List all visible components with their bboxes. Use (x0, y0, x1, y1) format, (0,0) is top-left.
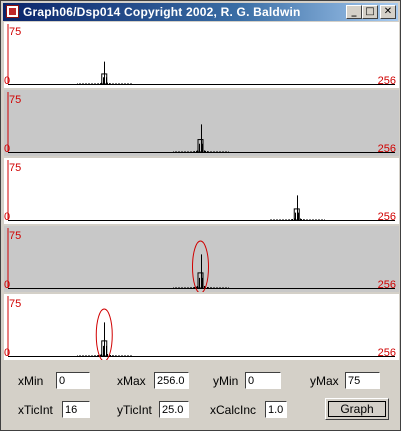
ymax-label: 75 (9, 26, 22, 38)
ymax-label: 75 (9, 298, 22, 310)
xmin-label: xMin (18, 374, 44, 388)
maximize-button[interactable]: □ (362, 5, 378, 19)
xmin-input[interactable] (56, 372, 90, 389)
control-panel: xMin xMax yMin yMax xTicInt yTicInt xCal… (4, 366, 399, 429)
xticint-input[interactable] (62, 401, 90, 418)
xcalcinc-label: xCalcInc (210, 403, 257, 417)
origin-label: 0 (4, 211, 11, 223)
minimize-button[interactable]: _ (346, 5, 362, 19)
plot-panel-4: 75 0 256 (4, 226, 399, 292)
app-window: Graph06/Dsp014 Copyright 2002, R. G. Bal… (0, 0, 401, 431)
origin-label: 0 (4, 279, 11, 291)
origin-label: 0 (4, 143, 11, 155)
plot-area: 75 0 256 75 0 256 75 0 256 75 0 256 75 0… (4, 22, 399, 364)
xmax-label: 256 (377, 279, 396, 291)
origin-label: 0 (4, 75, 11, 87)
yticint-input[interactable] (159, 401, 189, 418)
plot-panel-3: 75 0 256 (4, 158, 399, 224)
spectrum-plot-3 (4, 158, 399, 224)
plot-panel-5: 75 0 256 (4, 294, 399, 360)
close-button[interactable]: ✕ (380, 5, 396, 19)
yticint-label: yTicInt (117, 403, 152, 417)
ymax-label: 75 (9, 162, 22, 174)
xmax-label: 256 (377, 347, 396, 359)
java-app-icon[interactable] (6, 5, 19, 18)
plot-panel-1: 75 0 256 (4, 22, 399, 88)
plot-panel-2: 75 0 256 (4, 90, 399, 156)
origin-label: 0 (4, 347, 11, 359)
xmax-label: 256 (377, 143, 396, 155)
spectrum-plot-2 (4, 90, 399, 156)
ymin-label: yMin (213, 374, 239, 388)
spectrum-plot-5 (4, 294, 399, 360)
window-title: Graph06/Dsp014 Copyright 2002, R. G. Bal… (23, 5, 301, 19)
plot-background (4, 294, 399, 360)
plot-background (4, 158, 399, 224)
spectrum-plot-4 (4, 226, 399, 292)
ymax-input[interactable] (345, 372, 380, 389)
title-bar[interactable]: Graph06/Dsp014 Copyright 2002, R. G. Bal… (3, 3, 398, 21)
xticint-label: xTicInt (18, 403, 53, 417)
xcalcinc-input[interactable] (265, 401, 287, 418)
ymax-label: yMax (310, 374, 339, 388)
ymin-input[interactable] (245, 372, 281, 389)
xmax-input[interactable] (154, 372, 189, 389)
xmax-label: 256 (377, 211, 396, 223)
plot-background (4, 22, 399, 88)
xmax-label: xMax (117, 374, 146, 388)
ymax-label: 75 (9, 94, 22, 106)
graph-button[interactable]: Graph (325, 398, 389, 420)
xmax-label: 256 (377, 75, 396, 87)
ymax-label: 75 (9, 230, 22, 242)
spectrum-plot-1 (4, 22, 399, 88)
